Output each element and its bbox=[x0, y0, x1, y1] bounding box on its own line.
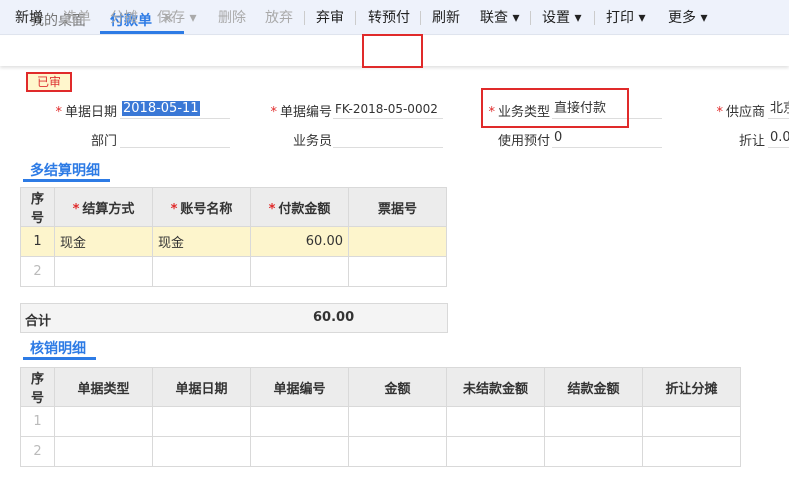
discount-label: 折让 bbox=[738, 134, 765, 149]
staff-field[interactable] bbox=[333, 130, 443, 148]
supplier-field[interactable]: 北京 bbox=[768, 101, 789, 119]
cell[interactable] bbox=[152, 436, 251, 467]
cell[interactable] bbox=[152, 256, 251, 287]
highlight-box bbox=[362, 34, 423, 68]
cell[interactable] bbox=[54, 256, 153, 287]
more-button[interactable]: 更多 ▾ bbox=[668, 7, 707, 27]
cell[interactable]: 现金 bbox=[54, 226, 153, 257]
number-field[interactable]: FK-2018-05-0002 bbox=[333, 101, 443, 119]
cell[interactable] bbox=[54, 406, 153, 437]
unapprove-button[interactable]: 弃审 bbox=[316, 7, 344, 27]
col-unsettled: 未结款金额 bbox=[446, 367, 545, 407]
cell[interactable]: 现金 bbox=[152, 226, 251, 257]
table-row[interactable]: 1 现金 现金 60.00 bbox=[20, 226, 447, 257]
date-field[interactable]: 2018-05-11 bbox=[120, 101, 230, 119]
col-settled: 结款金额 bbox=[544, 367, 643, 407]
cell[interactable] bbox=[152, 406, 251, 437]
prepay-field[interactable]: 0 bbox=[552, 130, 662, 148]
cell: 2 bbox=[20, 436, 55, 467]
col-amount: 金额 bbox=[348, 367, 447, 407]
col-amount: * 付款金额 bbox=[250, 187, 349, 227]
to-prepay-button[interactable]: 转预付 bbox=[368, 7, 410, 27]
cell[interactable] bbox=[446, 406, 545, 437]
dept-label: 部门 bbox=[90, 134, 117, 149]
settle-section-title[interactable]: 多结算明细 bbox=[30, 160, 100, 180]
settle-table: 序号 * 结算方式 * 账号名称 * 付款金额 票据号 1 现金 现金 60.00 2 bbox=[20, 187, 447, 287]
divider bbox=[304, 11, 305, 25]
section-underline bbox=[23, 357, 96, 360]
tab-active-indicator bbox=[100, 31, 184, 34]
col-discount-alloc: 折让分摊 bbox=[642, 367, 741, 407]
cell[interactable] bbox=[642, 406, 741, 437]
cell[interactable] bbox=[348, 436, 447, 467]
verify-table: 序号 单据类型 单据日期 单据编号 金额 未结款金额 结款金额 折让分摊 1 2 bbox=[20, 367, 741, 467]
cell: 1 bbox=[20, 406, 55, 437]
delete-button[interactable]: 删除 bbox=[218, 7, 246, 27]
date-label: * 单据日期 bbox=[55, 105, 117, 120]
discount-field[interactable]: 0.0 bbox=[768, 130, 789, 148]
col-account: * 账号名称 bbox=[152, 187, 251, 227]
cell[interactable] bbox=[642, 436, 741, 467]
col-index: 序号 bbox=[20, 367, 55, 407]
cell[interactable] bbox=[54, 436, 153, 467]
divider bbox=[355, 11, 356, 25]
new-button[interactable]: 新增 bbox=[15, 7, 43, 27]
col-bill-date: 单据日期 bbox=[152, 367, 251, 407]
section-underline bbox=[23, 179, 110, 182]
cell[interactable] bbox=[446, 436, 545, 467]
settings-button[interactable]: 设置 ▾ bbox=[542, 7, 581, 27]
cell[interactable] bbox=[348, 406, 447, 437]
cell: 2 bbox=[20, 256, 55, 287]
divider bbox=[594, 11, 595, 25]
col-bill-type: 单据类型 bbox=[54, 367, 153, 407]
divider bbox=[530, 11, 531, 25]
divider bbox=[420, 11, 421, 25]
table-row[interactable]: 2 bbox=[20, 436, 741, 467]
col-bill-number: 单据编号 bbox=[250, 367, 349, 407]
select-bill-button[interactable]: 选单 bbox=[63, 7, 91, 27]
cell[interactable] bbox=[250, 406, 349, 437]
cell: 1 bbox=[20, 226, 55, 257]
cell[interactable] bbox=[544, 436, 643, 467]
staff-label: 业务员 bbox=[292, 134, 332, 149]
col-method: * 结算方式 bbox=[54, 187, 153, 227]
allocate-button[interactable]: 分摊 bbox=[110, 7, 138, 27]
discard-button[interactable]: 放弃 bbox=[265, 7, 293, 27]
number-label: * 单据编号 bbox=[270, 105, 332, 120]
cell[interactable] bbox=[250, 256, 349, 287]
cell[interactable] bbox=[348, 256, 447, 287]
total-value: 60.00 bbox=[313, 310, 355, 325]
col-bill-no: 票据号 bbox=[348, 187, 447, 227]
status-badge: 已审 bbox=[26, 72, 72, 92]
save-button[interactable]: 保存 ▾ bbox=[157, 7, 196, 27]
total-row: 合计 60.00 bbox=[20, 303, 448, 333]
table-header: 序号 单据类型 单据日期 单据编号 金额 未结款金额 结款金额 折让分摊 bbox=[20, 367, 741, 407]
cell[interactable] bbox=[544, 406, 643, 437]
verify-section-title[interactable]: 核销明细 bbox=[30, 338, 86, 358]
linked-query-button[interactable]: 联查 ▾ bbox=[480, 7, 519, 27]
supplier-label: * 供应商 bbox=[716, 105, 765, 120]
table-row[interactable]: 1 bbox=[20, 406, 741, 437]
table-header: 序号 * 结算方式 * 账号名称 * 付款金额 票据号 bbox=[20, 187, 447, 227]
cell[interactable] bbox=[348, 226, 447, 257]
highlight-box bbox=[481, 88, 629, 128]
cell[interactable]: 60.00 bbox=[250, 226, 349, 257]
table-row[interactable]: 2 bbox=[20, 256, 447, 287]
print-button[interactable]: 打印 ▾ bbox=[606, 7, 645, 27]
refresh-button[interactable]: 刷新 bbox=[432, 7, 460, 27]
dept-field[interactable] bbox=[120, 130, 230, 148]
total-label: 合计 bbox=[25, 314, 52, 329]
col-index: 序号 bbox=[20, 187, 55, 227]
prepay-label: 使用预付 bbox=[497, 134, 550, 149]
cell[interactable] bbox=[250, 436, 349, 467]
